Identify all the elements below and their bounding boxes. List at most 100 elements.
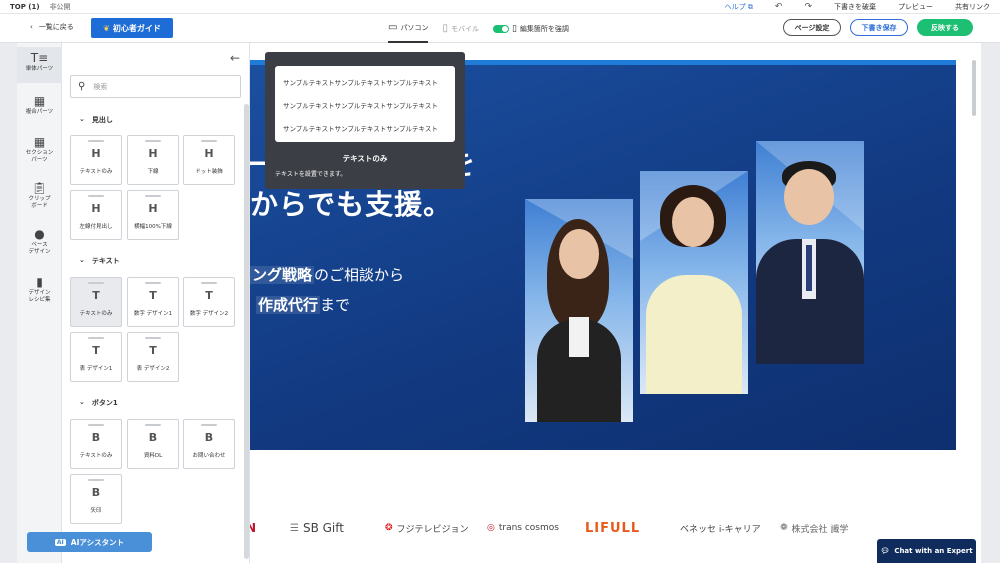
- rail-item-single-parts[interactable]: T≡ 単体パーツ: [17, 47, 62, 83]
- button-cursor-icon: B: [204, 431, 214, 444]
- part-tile[interactable]: T 数字 デザイン1: [127, 277, 179, 327]
- book-icon: ▮: [36, 275, 43, 289]
- preview-button[interactable]: プレビュー: [898, 2, 933, 12]
- monitor-icon: ▭: [388, 22, 398, 33]
- button-cursor-icon: B: [91, 486, 101, 499]
- device-tab-pc[interactable]: ▭ パソコン: [388, 14, 429, 43]
- help-link[interactable]: ヘルプ ⧉: [725, 2, 753, 12]
- palette-icon: ●: [34, 227, 45, 241]
- panel-scrollbar[interactable]: [244, 104, 249, 559]
- part-tile[interactable]: H テキストのみ: [70, 135, 122, 185]
- part-tile[interactable]: B テキストのみ: [70, 419, 122, 469]
- toggle-switch[interactable]: [492, 24, 509, 33]
- section-header-button1[interactable]: ⌄ ボタン1: [79, 398, 118, 408]
- part-tile[interactable]: B お問い合わせ: [183, 419, 235, 469]
- mobile-icon: ▯: [511, 23, 517, 34]
- client-logo: LIFULL: [585, 520, 641, 536]
- text-icon: T: [92, 344, 100, 357]
- share-link-button[interactable]: 共有リンク: [955, 2, 990, 12]
- client-logo: ベネッセ i-キャリア: [680, 524, 761, 535]
- hero-subtext-line1: ング戦略 のご相談から: [250, 266, 405, 284]
- button-cursor-icon: B: [148, 431, 158, 444]
- emphasize-toggle[interactable]: ▯ 編集箇所を強調: [492, 14, 569, 43]
- client-logo: ❂ フジテレビジョン: [385, 523, 469, 535]
- device-switcher: ▭ パソコン ▯ モバイル ▯ 編集箇所を強調: [388, 14, 569, 43]
- text-icon: T≡: [30, 51, 49, 65]
- undo-icon[interactable]: ↶: [775, 2, 783, 12]
- button-cursor-icon: B: [91, 431, 101, 444]
- client-logo: N: [250, 521, 257, 535]
- staff-photo-1: [525, 199, 633, 422]
- text-icon: T: [149, 289, 157, 302]
- heading-icon: H: [91, 147, 101, 160]
- heading-icon: H: [148, 202, 158, 215]
- rail-item-clipboard[interactable]: 📋︎ クリップ ボード: [17, 182, 62, 210]
- part-tile[interactable]: T表 デザイン2: [127, 332, 179, 382]
- part-tile[interactable]: H 横幅100%下線: [127, 190, 179, 240]
- client-logo-strip: N ☰ SB Gift ❂ フジテレビジョン ◎ trans cosmos LIFUL…: [250, 513, 956, 543]
- part-tile[interactable]: H 下線: [127, 135, 179, 185]
- part-tile[interactable]: T表 デザイン1: [70, 332, 122, 382]
- part-preview-tooltip: サンプルテキストサンプルテキストサンプルテキスト サンプルテキストサンプルテキス…: [265, 52, 465, 189]
- discard-draft-button[interactable]: 下書きを破棄: [834, 2, 876, 12]
- top-status-bar: TOP (1) 非公開 ヘルプ ⧉ ↶ ↷ 下書きを破棄 プレビュー 共有リンク: [0, 0, 1000, 14]
- canvas-scrollbar[interactable]: [972, 60, 976, 116]
- part-tile[interactable]: B 矢印: [70, 474, 122, 524]
- rail-item-section-parts[interactable]: ▦ セクション パーツ: [17, 136, 62, 164]
- preview-card: サンプルテキストサンプルテキストサンプルテキスト サンプルテキストサンプルテキス…: [275, 66, 455, 142]
- search-icon: ⚲: [78, 81, 86, 92]
- parts-search-input[interactable]: ⚲ 検索: [70, 75, 241, 98]
- preview-part-name: テキストのみ: [342, 154, 388, 163]
- mobile-icon: ▯: [442, 23, 448, 34]
- redo-icon[interactable]: ↷: [804, 2, 812, 12]
- rail-item-composite-parts[interactable]: ▦ 複合パーツ: [17, 95, 62, 116]
- page-settings-button[interactable]: ページ設定: [783, 19, 841, 36]
- beginner-guide-button[interactable]: ❦ 初心者ガイド: [91, 18, 173, 38]
- text-icon: T: [205, 289, 213, 302]
- globe-icon: ◎: [487, 523, 495, 533]
- rail-item-base-design[interactable]: ● ベース デザイン: [17, 228, 62, 256]
- fuji-tv-icon: ❂: [385, 523, 393, 533]
- editor-toolbar: ‹ 一覧に戻る ❦ 初心者ガイド ▭ パソコン ▯ モバイル ▯ 編集箇所を強調…: [0, 14, 1000, 43]
- parts-panel: ← ⚲ 検索 ⌄ 見出し H テキストのみ H 下線 H ドット装飾 H 左線付見出し …: [62, 43, 250, 563]
- part-tile[interactable]: B 資料DL: [127, 419, 179, 469]
- section-header-text[interactable]: ⌄ テキスト: [79, 256, 120, 266]
- heading-icon: H: [204, 147, 214, 160]
- rail-item-design-recipes[interactable]: ▮ デザイン レシピ集: [17, 276, 62, 304]
- client-logo: ◎ trans cosmos: [487, 523, 559, 533]
- part-tile[interactable]: H 左線付見出し: [70, 190, 122, 240]
- part-tile[interactable]: T テキストのみ: [70, 277, 122, 327]
- section-icon: ▦: [33, 135, 46, 149]
- leaf-icon: ❦: [103, 23, 110, 33]
- heading-icon: H: [91, 202, 101, 215]
- device-tab-mobile[interactable]: ▯ モバイル: [442, 14, 479, 43]
- section-header-headings[interactable]: ⌄ 見出し: [79, 115, 113, 125]
- chevron-down-icon: ⌄: [79, 256, 85, 264]
- chat-with-expert-button[interactable]: 💬︎ Chat with an Expert: [877, 539, 976, 563]
- publish-button[interactable]: 反映する: [917, 19, 973, 36]
- arrow-left-icon[interactable]: ←: [230, 51, 240, 65]
- hero-subtext-line2: 作成代行 まで: [256, 296, 351, 314]
- text-icon: T: [149, 344, 157, 357]
- chevron-down-icon: ⌄: [79, 398, 85, 406]
- part-tile[interactable]: H ドット装飾: [183, 135, 235, 185]
- page-name: TOP (1): [10, 2, 40, 11]
- chevron-down-icon: ⌄: [79, 115, 85, 123]
- text-icon: T: [92, 289, 100, 302]
- back-to-list-button[interactable]: ‹ 一覧に戻る: [30, 22, 74, 32]
- client-logo: ❁ 株式会社 識学: [780, 523, 849, 535]
- clipboard-icon: 📋︎: [31, 181, 48, 195]
- part-tile[interactable]: T 数字 デザイン2: [183, 277, 235, 327]
- chevron-left-icon: ‹: [30, 23, 33, 31]
- top-actions: ヘルプ ⧉ ↶ ↷ 下書きを破棄 プレビュー 共有リンク: [725, 2, 990, 12]
- hero-heading-line2: からでも支援。: [250, 188, 453, 221]
- grid-icon: ▦: [33, 94, 46, 108]
- ai-icon: AI: [54, 538, 66, 546]
- preview-part-description: テキストを設置できます。: [275, 171, 347, 178]
- save-draft-button[interactable]: 下書き保存: [850, 19, 908, 36]
- client-logo: ☰ SB Gift: [290, 521, 344, 535]
- heading-icon: H: [148, 147, 158, 160]
- parts-category-rail: T≡ 単体パーツ ▦ 複合パーツ ▦ セクション パーツ 📋︎ クリップ ボード…: [17, 43, 62, 563]
- ai-assistant-button[interactable]: AI AIアシスタント: [27, 532, 152, 552]
- shikigaku-icon: ❁: [780, 523, 788, 533]
